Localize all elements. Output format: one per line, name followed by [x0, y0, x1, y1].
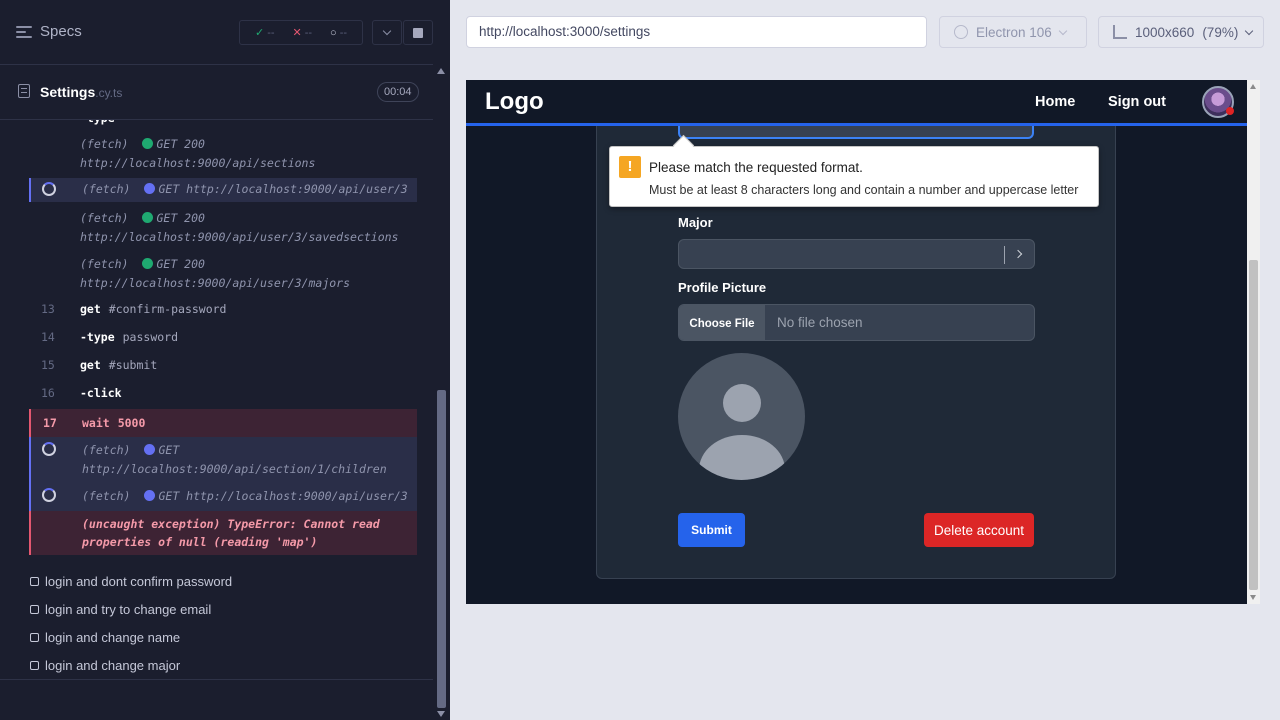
test-status-icon [30, 577, 39, 586]
test-item[interactable]: login and change name [30, 630, 180, 645]
command-name: -type [80, 120, 115, 125]
reporter-footer [0, 679, 433, 720]
loading-spinner-icon [42, 488, 56, 502]
xhr-row-pending[interactable]: (fetch) GET http://localhost:9000/api/use… [29, 178, 417, 202]
command-row[interactable]: 16 -click [29, 386, 417, 406]
test-item[interactable]: login and try to change email [30, 602, 211, 617]
command-row-active[interactable]: 17 wait 5000 [29, 409, 417, 437]
pending-icon: ○ [329, 26, 337, 39]
test-item[interactable]: login and dont confirm password [30, 574, 232, 589]
status-dot-icon [144, 183, 156, 194]
viewport-selector[interactable]: 1000x660 (79%) [1098, 16, 1264, 48]
app-scrollbar[interactable] [1247, 80, 1260, 604]
loading-spinner-icon [42, 442, 56, 456]
tooltip-title: Please match the requested format. [649, 160, 863, 175]
navbar: Logo Home Sign out [466, 80, 1247, 126]
reporter-scrollbar[interactable] [433, 65, 450, 720]
logo[interactable]: Logo [485, 88, 544, 116]
scroll-down-icon[interactable] [1250, 595, 1256, 600]
spec-header: Settings.cy.ts 00:04 [0, 76, 433, 120]
passed-count: -- [267, 27, 275, 39]
status-dot-icon [142, 258, 154, 269]
browser-label: Electron 106 [976, 24, 1052, 40]
expand-button[interactable] [372, 20, 402, 45]
cross-icon: ✕ [292, 27, 302, 39]
profile-picture-placeholder [678, 353, 805, 480]
document-icon [18, 84, 30, 98]
specs-toggle[interactable]: Specs [16, 23, 82, 40]
avatar[interactable] [1202, 86, 1234, 118]
chevron-down-icon [1058, 26, 1068, 35]
zoom-level: (79%) [1202, 24, 1239, 40]
status-dot-icon [142, 212, 154, 223]
xhr-row[interactable]: (fetch) GET 200 http://localhost:9000/api… [29, 135, 417, 173]
command-log[interactable]: -type (fetch)GET 200 http://localhost:90… [29, 120, 417, 555]
app-viewport: Major Profile Picture Choose File No fil… [466, 80, 1247, 604]
test-item[interactable]: login and change major [30, 658, 180, 673]
xhr-row[interactable]: (fetch) GET 200 http://localhost:9000/api… [29, 209, 417, 247]
major-label: Major [678, 215, 713, 230]
spec-timer: 00:04 [377, 82, 419, 102]
reporter-header: Specs ✓ -- ✕ -- ○ -- [0, 0, 433, 65]
viewport-size: 1000x660 [1135, 24, 1195, 40]
scrollbar-thumb[interactable] [1249, 260, 1258, 590]
command-row[interactable]: 13 get #confirm-password [29, 302, 417, 322]
chevron-down-icon [1245, 26, 1254, 35]
xhr-row-pending[interactable]: (fetch) GET http://localhost:9000/api/sec… [29, 437, 417, 483]
status-dot-icon [142, 138, 154, 149]
profile-picture-label: Profile Picture [678, 280, 767, 295]
failed-count: -- [304, 27, 313, 39]
spec-title: Settings.cy.ts [40, 84, 123, 100]
browser-selector[interactable]: Electron 106 [939, 16, 1087, 48]
select-divider [1004, 246, 1005, 264]
scroll-up-icon[interactable] [437, 68, 445, 74]
status-dot-icon [144, 444, 156, 455]
scroll-up-icon[interactable] [1250, 84, 1256, 89]
user-head-icon [723, 384, 761, 422]
cypress-reporter: Specs ✓ -- ✕ -- ○ -- Settings.cy.ts 00:0… [0, 0, 450, 720]
pending-count: -- [339, 26, 348, 39]
specs-label: Specs [40, 23, 82, 40]
test-status-icon [30, 605, 39, 614]
menu-icon [16, 25, 32, 38]
check-icon: ✓ [254, 27, 265, 39]
test-stats: ✓ -- ✕ -- ○ -- [239, 20, 363, 45]
ruler-icon [1113, 25, 1127, 39]
status-dot-icon [144, 490, 156, 501]
command-row[interactable]: 15 get #submit [29, 358, 417, 378]
nav-signout-link[interactable]: Sign out [1108, 94, 1166, 110]
nav-home-link[interactable]: Home [1035, 94, 1075, 110]
major-select[interactable] [678, 239, 1035, 269]
test-status-icon [30, 633, 39, 642]
chevron-right-icon [1013, 249, 1023, 259]
stop-button[interactable] [403, 20, 433, 45]
user-body-icon [699, 435, 785, 480]
file-status: No file chosen [777, 315, 863, 330]
xhr-row-pending[interactable]: (fetch) GET http://localhost:9000/api/use… [29, 483, 417, 511]
warning-icon: ! [619, 156, 641, 178]
delete-account-button[interactable]: Delete account [924, 513, 1034, 547]
error-row[interactable]: (uncaught exception) TypeError: Cannot r… [29, 511, 417, 555]
command-row[interactable]: 14 -type password [29, 330, 417, 350]
submit-button[interactable]: Submit [678, 513, 745, 547]
chevron-down-icon [382, 26, 392, 36]
electron-icon [954, 25, 968, 39]
choose-file-button[interactable]: Choose File [679, 305, 765, 340]
stop-icon [413, 27, 423, 38]
loading-spinner-icon [42, 182, 56, 196]
file-input[interactable]: Choose File No file chosen [678, 304, 1035, 341]
scrollbar-thumb[interactable] [437, 390, 446, 708]
validation-tooltip: ! Please match the requested format. Mus… [609, 146, 1099, 207]
command-row[interactable]: -type [29, 120, 417, 125]
xhr-row[interactable]: (fetch) GET 200 http://localhost:9000/api… [29, 255, 417, 293]
test-status-icon [30, 661, 39, 670]
tooltip-message: Must be at least 8 characters long and c… [649, 183, 1079, 197]
url-bar[interactable]: http://localhost:3000/settings [466, 16, 927, 48]
scroll-down-icon[interactable] [437, 711, 445, 717]
